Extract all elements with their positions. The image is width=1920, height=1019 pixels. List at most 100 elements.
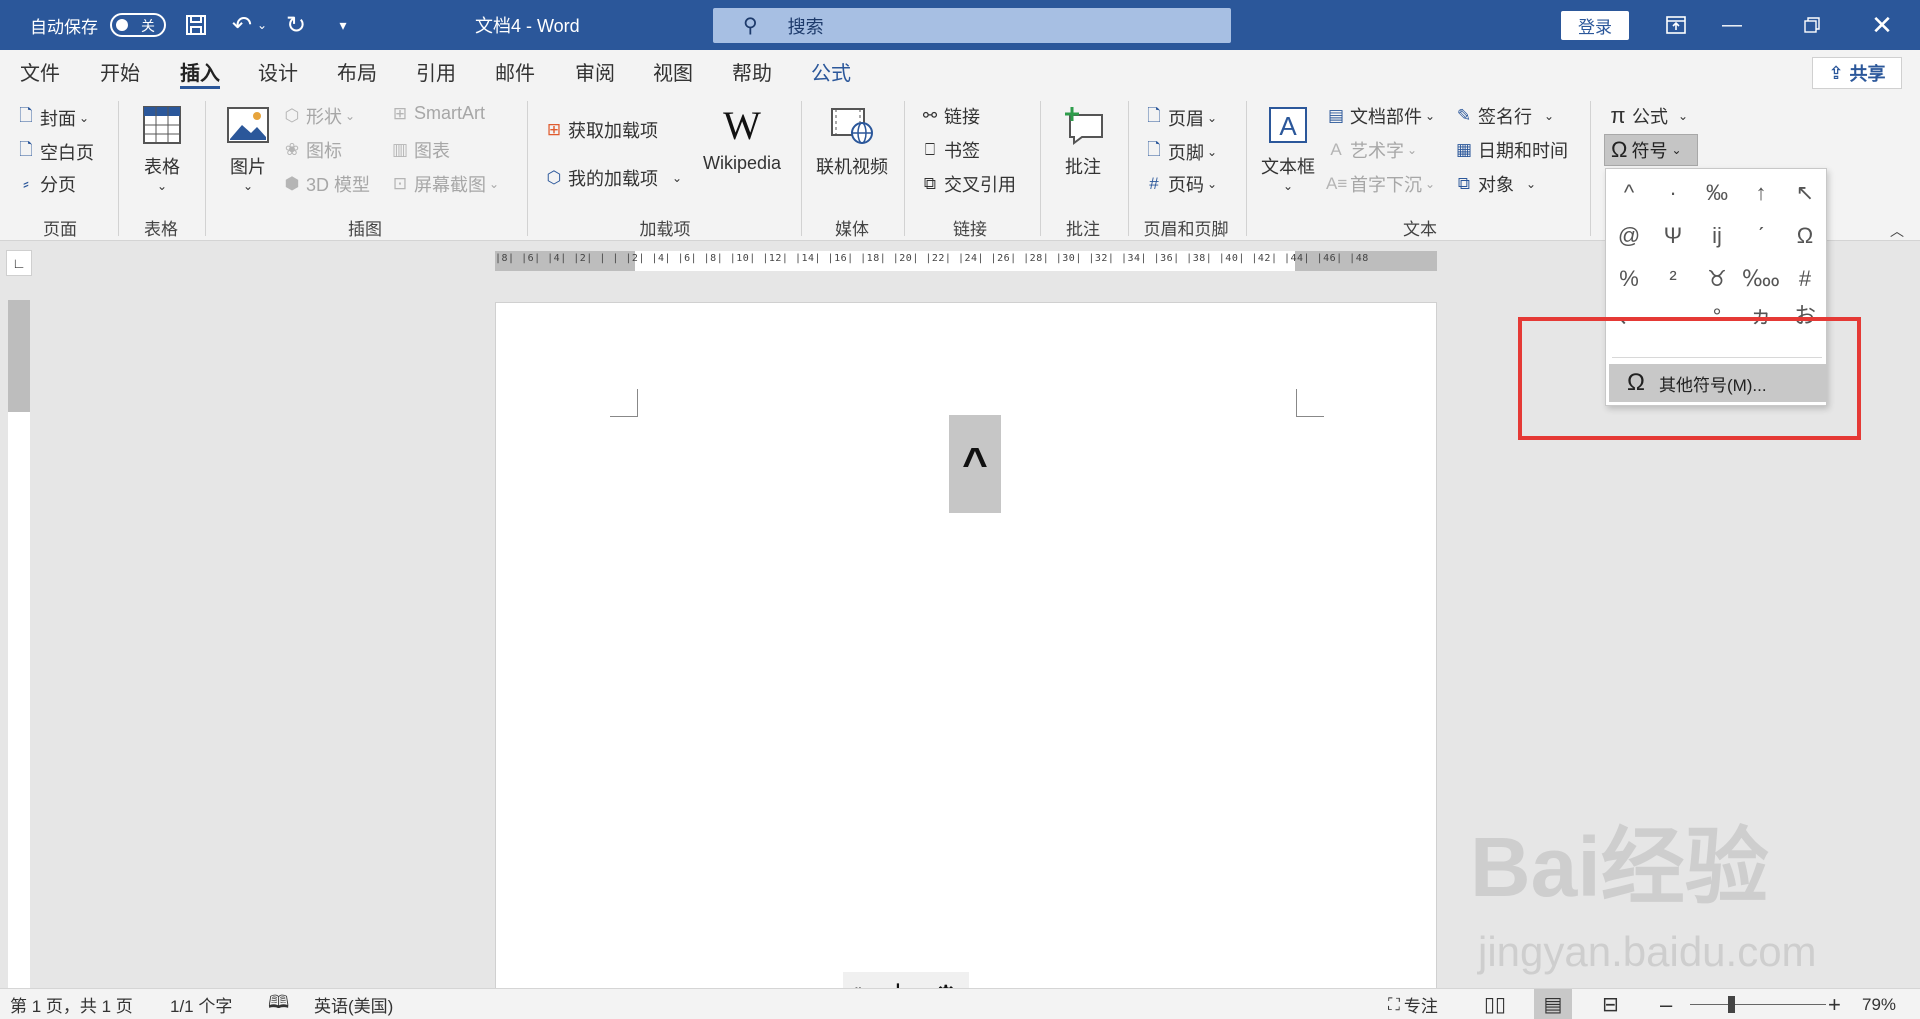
language-indicator[interactable]: 英语(美国) xyxy=(314,989,393,1019)
search-box[interactable]: ⚲ 搜索 xyxy=(713,8,1231,43)
undo-dropdown-icon[interactable]: ⌄ xyxy=(252,0,272,50)
equation-button[interactable]: π 公式 ⌄ xyxy=(1608,103,1688,129)
zoom-out-button[interactable]: – xyxy=(1660,989,1672,1019)
icons-icon: ❀ xyxy=(284,140,300,159)
header-icon: 🗋 xyxy=(1147,106,1161,125)
bookmark-button[interactable]: ⎕ 书签 xyxy=(920,137,980,163)
date-time-button[interactable]: ▦ 日期和时间 xyxy=(1454,137,1568,163)
symbol-cell[interactable]: @ xyxy=(1607,214,1651,257)
tab-mailings[interactable]: 邮件 xyxy=(495,50,535,93)
print-layout-icon[interactable]: ▤ xyxy=(1534,989,1572,1019)
tab-selector[interactable]: ∟ xyxy=(6,250,32,276)
web-layout-icon[interactable]: ⊟ xyxy=(1602,989,1619,1019)
object-button[interactable]: ⧉ 对象 ⌄ xyxy=(1454,171,1536,197)
my-addins-button[interactable]: ⬡ 我的加载项 ⌄ xyxy=(544,165,682,191)
blank-page-icon: 🗋 xyxy=(19,140,33,159)
page-count[interactable]: 第 1 页，共 1 页 xyxy=(10,989,133,1019)
symbol-cell[interactable]: ĳ xyxy=(1695,214,1739,257)
symbol-cell[interactable]: % xyxy=(1607,257,1651,300)
symbol-cell[interactable]: Ω xyxy=(1783,214,1827,257)
smartart-button[interactable]: ⊞ SmartArt xyxy=(390,103,485,124)
watermark-logo: Bai经验 xyxy=(1470,820,1769,914)
header-button[interactable]: 🗋 页眉 ⌄ xyxy=(1144,103,1217,132)
symbol-cell[interactable]: ^ xyxy=(1607,171,1651,214)
chart-button[interactable]: ▥ 图表 xyxy=(390,137,450,163)
cube-icon: ⬢ xyxy=(284,174,300,193)
symbol-cell[interactable]: ² xyxy=(1651,257,1695,300)
customize-quick-access-icon[interactable]: ▾ xyxy=(323,0,363,50)
document-page[interactable]: ^ xyxy=(495,302,1437,992)
page-number-button[interactable]: # 页码 ⌄ xyxy=(1144,171,1217,197)
cover-page-button[interactable]: 🗋 封面 ⌄ xyxy=(16,103,89,132)
pictures-button[interactable]: 图片 ⌄ xyxy=(222,103,274,193)
selected-character[interactable]: ^ xyxy=(949,415,1001,513)
calendar-icon: ▦ xyxy=(1455,140,1473,159)
wordart-button[interactable]: A 艺术字 ⌄ xyxy=(1326,137,1417,163)
tab-design[interactable]: 设计 xyxy=(258,50,298,93)
zoom-slider-thumb[interactable] xyxy=(1728,996,1735,1013)
tab-view[interactable]: 视图 xyxy=(653,50,693,93)
page-number-icon: # xyxy=(1149,174,1159,193)
zoom-in-button[interactable]: + xyxy=(1828,989,1841,1019)
tab-insert[interactable]: 插入 xyxy=(180,50,220,93)
symbol-cell[interactable]: ♉ xyxy=(1695,257,1739,300)
minimize-icon[interactable]: — xyxy=(1702,0,1762,50)
online-video-button[interactable]: 联机视频 xyxy=(810,103,894,179)
crop-mark-top-right xyxy=(1296,389,1324,417)
redo-icon[interactable]: ↻ xyxy=(276,0,316,50)
symbol-cell[interactable]: ↖ xyxy=(1783,171,1827,214)
shapes-button[interactable]: ⬡ 形状 ⌄ xyxy=(282,103,355,129)
footer-button[interactable]: 🗋 页脚 ⌄ xyxy=(1144,137,1217,166)
vertical-ruler[interactable] xyxy=(8,300,30,990)
page-break-button[interactable]: ⸗ 分页 xyxy=(16,171,76,197)
tab-file[interactable]: 文件 xyxy=(20,50,60,93)
tab-help[interactable]: 帮助 xyxy=(732,50,772,93)
screenshot-button[interactable]: ⊡ 屏幕截图 ⌄ xyxy=(390,171,499,197)
zoom-level[interactable]: 79% xyxy=(1862,989,1896,1019)
symbol-cell[interactable]: ˊ xyxy=(1739,214,1783,257)
zoom-slider[interactable] xyxy=(1690,1004,1826,1005)
tab-equation[interactable]: 公式 xyxy=(811,50,851,93)
save-icon[interactable] xyxy=(176,0,216,50)
share-button[interactable]: ⇪ 共享 xyxy=(1812,57,1902,89)
symbol-cell[interactable]: Ψ xyxy=(1651,214,1695,257)
icons-button[interactable]: ❀ 图标 xyxy=(282,137,342,163)
table-button[interactable]: 表格 ⌄ xyxy=(134,103,190,193)
quick-parts-button[interactable]: ▤ 文档部件 ⌄ xyxy=(1326,103,1435,129)
focus-mode-button[interactable]: ⛶ 专注 xyxy=(1388,989,1438,1019)
wikipedia-button[interactable]: W Wikipedia xyxy=(694,103,790,174)
proofing-icon[interactable]: 🕮 xyxy=(268,989,289,1019)
autosave-toggle[interactable]: 关 xyxy=(110,0,166,50)
group-label-comments: 批注 xyxy=(1066,220,1100,239)
restore-icon[interactable] xyxy=(1782,0,1842,50)
collapse-ribbon-icon[interactable]: ︿ xyxy=(1890,221,1904,241)
focus-icon: ⛶ xyxy=(1388,994,1400,1014)
symbol-button[interactable]: Ω 符号 ⌄ xyxy=(1604,134,1698,166)
login-button[interactable]: 登录 xyxy=(1561,11,1629,40)
signature-line-button[interactable]: ✎ 签名行 ⌄ xyxy=(1454,103,1554,129)
group-label-media: 媒体 xyxy=(835,220,869,239)
blank-page-button[interactable]: 🗋 空白页 xyxy=(16,137,94,166)
ribbon-display-options-icon[interactable] xyxy=(1646,0,1706,50)
drop-cap-button[interactable]: A≡ 首字下沉 ⌄ xyxy=(1326,171,1435,197)
tab-references[interactable]: 引用 xyxy=(416,50,456,93)
symbol-cell[interactable]: # xyxy=(1783,257,1827,300)
horizontal-ruler[interactable]: |8| |6| |4| |2| | | |2| |4| |6| |8| |10|… xyxy=(495,251,1437,271)
tab-review[interactable]: 审阅 xyxy=(575,50,615,93)
tab-layout[interactable]: 布局 xyxy=(337,50,377,93)
tab-home[interactable]: 开始 xyxy=(100,50,140,93)
word-count[interactable]: 1/1 个字 xyxy=(170,989,232,1019)
symbol-cell[interactable]: ↑ xyxy=(1739,171,1783,214)
textbox-button[interactable]: A 文本框 ⌄ xyxy=(1256,103,1320,193)
title-bar: 自动保存 关 ↶ ⌄ ↻ ▾ 文档4 - Word ⚲ 搜索 登录 — ✕ xyxy=(0,0,1920,50)
close-icon[interactable]: ✕ xyxy=(1852,0,1912,50)
3d-models-button[interactable]: ⬢ 3D 模型 xyxy=(282,171,370,197)
cross-reference-button[interactable]: ⧉ 交叉引用 xyxy=(920,171,1016,197)
get-addins-button[interactable]: ⊞ 获取加载项 xyxy=(544,117,658,143)
symbol-cell[interactable]: · xyxy=(1651,171,1695,214)
symbol-cell[interactable]: ‰ xyxy=(1695,171,1739,214)
comment-button[interactable]: 批注 xyxy=(1052,103,1114,179)
read-mode-icon[interactable]: ▯▯ xyxy=(1484,989,1506,1019)
link-button[interactable]: ⚯ 链接 xyxy=(920,103,980,129)
symbol-cell[interactable]: ‱ xyxy=(1739,257,1783,300)
